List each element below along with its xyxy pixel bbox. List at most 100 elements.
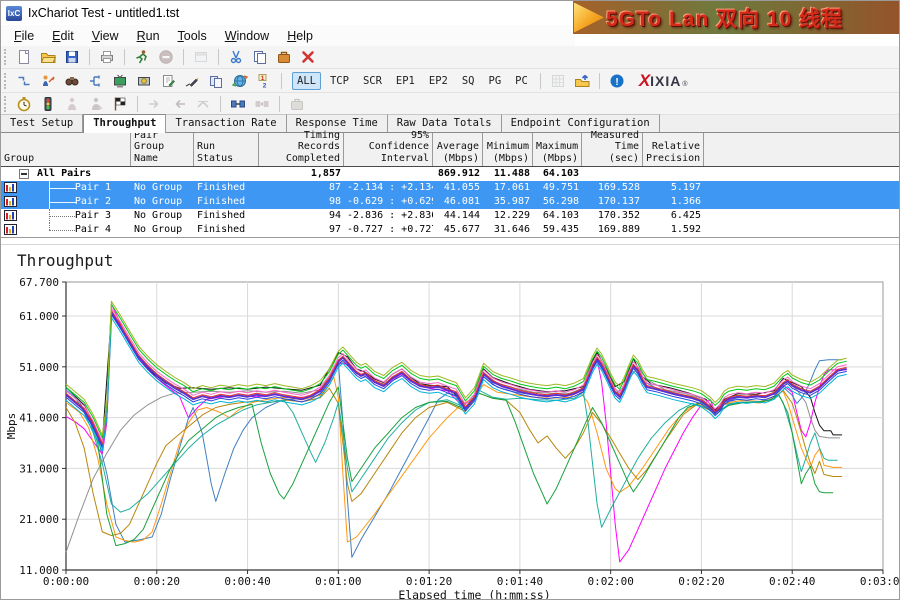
table-row-all-pairs[interactable]: All Pairs1,857869.91211.48864.103 <box>1 167 900 181</box>
menu-bar: FileEditViewRunToolsWindowHelp <box>1 25 575 46</box>
pair-line-magenta <box>66 304 847 562</box>
view-pair-icon[interactable] <box>61 71 83 91</box>
new-file-icon[interactable] <box>13 47 35 67</box>
refresh-globe-icon[interactable] <box>229 71 251 91</box>
svg-text:0:02:20: 0:02:20 <box>678 575 724 588</box>
console-money-icon[interactable] <box>133 71 155 91</box>
table-header: GroupPair GroupNameRun StatusTiming Reco… <box>1 133 900 167</box>
edit-pair-icon[interactable] <box>37 71 59 91</box>
menu-run[interactable]: Run <box>128 27 169 45</box>
link-pairs-icon[interactable] <box>227 94 249 114</box>
table-row-pair-1[interactable]: Pair 1No GroupFinished87-2.134 : +2.1344… <box>1 181 900 195</box>
person-b-icon <box>85 94 107 114</box>
split-topology-icon[interactable] <box>85 71 107 91</box>
chart-plot: 67.70061.00051.00041.00031.00021.00011.0… <box>1 245 900 600</box>
pair-line-goldenrod <box>66 388 842 535</box>
pair-line-gray <box>66 360 840 552</box>
throughput-chart: Throughput 67.70061.00051.00041.00031.00… <box>1 244 900 600</box>
tab-test-setup[interactable]: Test Setup <box>1 114 83 132</box>
pair-name: Pair 3 <box>75 209 111 223</box>
window-frame-icon <box>190 47 212 67</box>
pair-chart-icon <box>4 224 17 235</box>
svg-text:0:01:20: 0:01:20 <box>406 575 452 588</box>
run-test-icon[interactable] <box>131 47 153 67</box>
info-icon[interactable]: ! <box>606 71 628 91</box>
filter-tcp-button[interactable]: TCP <box>325 72 354 90</box>
traffic-light-icon[interactable] <box>37 94 59 114</box>
column-header[interactable]: Average(Mbps) <box>433 133 483 166</box>
pair-line-purple <box>66 312 847 446</box>
save-test-icon[interactable] <box>61 47 83 67</box>
column-header[interactable]: 95% ConfidenceInterval <box>344 133 433 166</box>
column-header[interactable]: Maximum(Mbps) <box>533 133 582 166</box>
column-header[interactable]: Run Status <box>194 133 259 166</box>
menu-window[interactable]: Window <box>216 27 278 45</box>
toolbar-separator <box>183 49 184 65</box>
menu-tools[interactable]: Tools <box>169 27 216 45</box>
column-header[interactable]: Timing RecordsCompleted <box>259 133 344 166</box>
table-row-pair-4[interactable]: Pair 4No GroupFinished97-0.727 : +0.7274… <box>1 223 900 237</box>
cut-icon[interactable] <box>225 47 247 67</box>
column-header[interactable]: MeasuredTime (sec) <box>582 133 643 166</box>
stopwatch-icon[interactable] <box>13 94 35 114</box>
filter-ep2-button[interactable]: EP2 <box>424 72 453 90</box>
sign-pair-icon[interactable] <box>181 71 203 91</box>
column-header[interactable]: Minimum(Mbps) <box>483 133 533 166</box>
briefcase-icon <box>286 94 308 114</box>
print-icon[interactable] <box>96 47 118 67</box>
toolbar-grip <box>4 73 7 89</box>
view-tabs: Test SetupThroughputTransaction RateResp… <box>1 115 900 133</box>
arrow-c-icon <box>192 94 214 114</box>
filter-pg-button[interactable]: PG <box>484 72 507 90</box>
pair-line-blue <box>66 315 847 449</box>
svg-text:2: 2 <box>263 82 267 89</box>
filter-all-button[interactable]: ALL <box>292 72 321 90</box>
watermark-flame-icon <box>574 3 604 33</box>
tab-throughput[interactable]: Throughput <box>83 114 166 133</box>
pair-line-red <box>66 310 847 444</box>
copy-icon[interactable] <box>249 47 271 67</box>
svg-text:0:01:40: 0:01:40 <box>497 575 543 588</box>
copy-script-icon[interactable] <box>205 71 227 91</box>
toolbar-run <box>1 93 900 115</box>
console-tv-icon[interactable] <box>109 71 131 91</box>
app-icon: IxC <box>6 6 22 21</box>
filter-pc-button[interactable]: PC <box>510 72 533 90</box>
edit-script-icon[interactable] <box>157 71 179 91</box>
table-row-pair-2[interactable]: Pair 2No GroupFinished98-0.629 : +0.6294… <box>1 195 900 209</box>
results-table: GroupPair GroupNameRun StatusTiming Reco… <box>1 133 900 239</box>
toolbar-separator <box>540 73 541 89</box>
table-row-pair-3[interactable]: Pair 3No GroupFinished94-2.836 : +2.8364… <box>1 209 900 223</box>
pair-filter-buttons: ALLTCPSCREP1EP2SQPGPC <box>290 72 535 90</box>
menu-help[interactable]: Help <box>278 27 322 45</box>
tree-elbow <box>49 188 77 189</box>
pair-name: Pair 2 <box>75 195 111 209</box>
collapse-toggle-icon[interactable] <box>19 169 29 179</box>
renumber-pairs-icon[interactable]: 12 <box>253 71 275 91</box>
column-header[interactable]: Group <box>1 133 131 166</box>
toolbar-separator <box>220 96 221 112</box>
add-pair-icon[interactable] <box>13 71 35 91</box>
filter-ep1-button[interactable]: EP1 <box>391 72 420 90</box>
filter-sq-button[interactable]: SQ <box>457 72 480 90</box>
watermark-text: 5GTo Lan 双向 10 线程 <box>606 3 843 33</box>
column-header[interactable]: RelativePrecision <box>643 133 704 166</box>
export-up-icon[interactable] <box>571 71 593 91</box>
menu-file[interactable]: File <box>5 27 43 45</box>
endpoint-pack-icon[interactable] <box>273 47 295 67</box>
menu-view[interactable]: View <box>83 27 128 45</box>
svg-text:61.000: 61.000 <box>19 310 59 323</box>
svg-text:0:00:20: 0:00:20 <box>134 575 180 588</box>
toolbar-separator <box>279 96 280 112</box>
column-header[interactable] <box>704 133 900 166</box>
menu-edit[interactable]: Edit <box>43 27 83 45</box>
toolbar-grip <box>4 96 7 112</box>
open-test-icon[interactable] <box>37 47 59 67</box>
filter-scr-button[interactable]: SCR <box>358 72 387 90</box>
checkered-flag-icon[interactable] <box>109 94 131 114</box>
svg-text:0:00:00: 0:00:00 <box>43 575 89 588</box>
delete-icon[interactable] <box>297 47 319 67</box>
column-header[interactable]: Pair GroupName <box>131 133 194 166</box>
svg-text:0:02:40: 0:02:40 <box>769 575 815 588</box>
tree-line <box>49 223 50 230</box>
